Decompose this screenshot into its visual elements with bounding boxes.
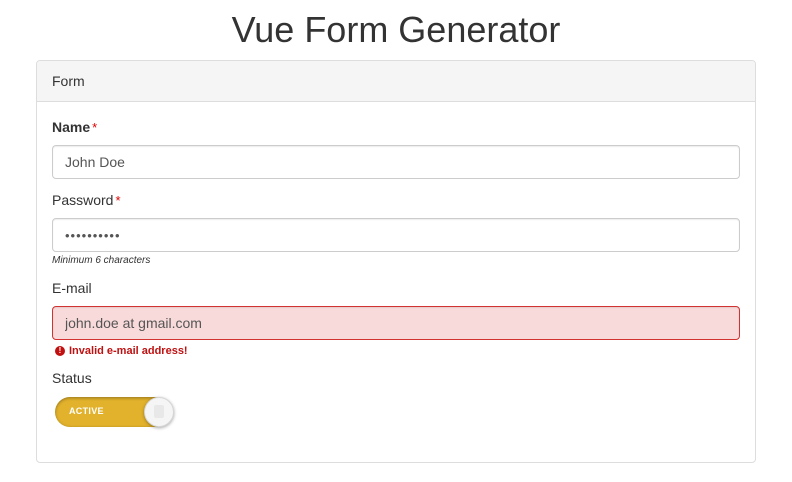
- status-toggle[interactable]: ACTIVE: [52, 395, 174, 429]
- email-label: E-mail: [52, 280, 92, 296]
- error-icon: !: [55, 346, 65, 356]
- status-toggle-knob[interactable]: [144, 397, 174, 427]
- email-input[interactable]: [52, 306, 740, 340]
- password-required-mark: *: [115, 193, 121, 208]
- knob-grip-icon: [154, 405, 164, 418]
- email-field-group: E-mail ! Invalid e-mail address!: [52, 279, 740, 358]
- email-error-text: Invalid e-mail address!: [69, 345, 188, 357]
- name-input[interactable]: [52, 145, 740, 179]
- name-field-group: Name *: [52, 118, 740, 179]
- page-title: Vue Form Generator: [231, 9, 561, 50]
- name-required-mark: *: [92, 120, 98, 135]
- password-hint: Minimum 6 characters: [52, 255, 151, 266]
- status-label: Status: [52, 370, 92, 386]
- status-field-group: Status ACTIVE: [52, 369, 740, 429]
- panel-heading: Form: [37, 61, 755, 102]
- email-error-message: ! Invalid e-mail address!: [52, 344, 740, 358]
- status-toggle-text: ACTIVE: [69, 406, 104, 416]
- password-label: Password: [52, 192, 114, 208]
- form-panel: Form Name* Password* Minimum 6 character…: [36, 60, 756, 463]
- password-field-group: Password* Minimum 6 characters: [52, 191, 740, 267]
- password-input[interactable]: [52, 218, 740, 252]
- name-label: Name: [52, 119, 91, 135]
